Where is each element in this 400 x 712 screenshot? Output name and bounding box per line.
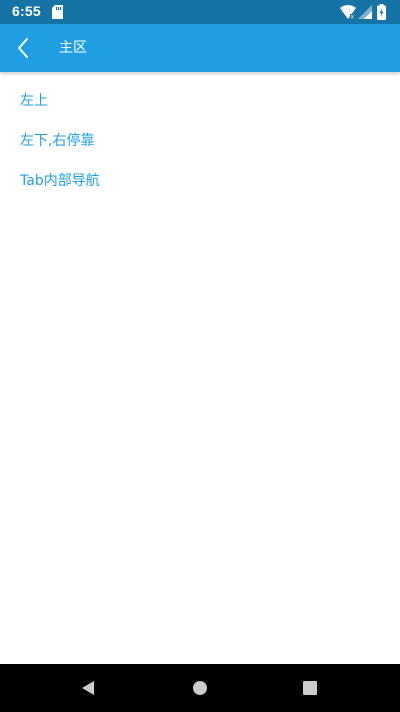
app-bar: 主区 [0,24,400,72]
recents-square-icon [303,681,317,695]
nav-recents-button[interactable] [299,677,321,699]
wifi-icon: x [340,5,356,19]
menu-item-tab-inner-navigation[interactable]: Tab内部导航 [20,171,100,191]
system-navigation-bar [0,664,400,712]
app-screen: 6:55 x 主区 左上 左下,右停靠 Tab内部导航 [0,0,400,712]
menu-item-bottom-left-right-dock[interactable]: 左下,右停靠 [20,131,94,151]
status-time: 6:55 [12,3,41,19]
home-circle-icon [193,681,207,695]
svg-text:x: x [351,14,355,20]
nav-back-button[interactable] [78,677,100,699]
battery-icon [377,4,386,20]
page-title: 主区 [59,40,87,56]
back-triangle-icon [82,681,94,695]
back-button[interactable] [8,30,44,66]
menu-item-top-left[interactable]: 左上 [20,91,48,111]
signal-icon [358,5,372,19]
status-bar: 6:55 x [0,0,400,24]
nav-home-button[interactable] [189,677,211,699]
chevron-left-icon [18,38,28,58]
sd-card-icon [52,5,63,19]
